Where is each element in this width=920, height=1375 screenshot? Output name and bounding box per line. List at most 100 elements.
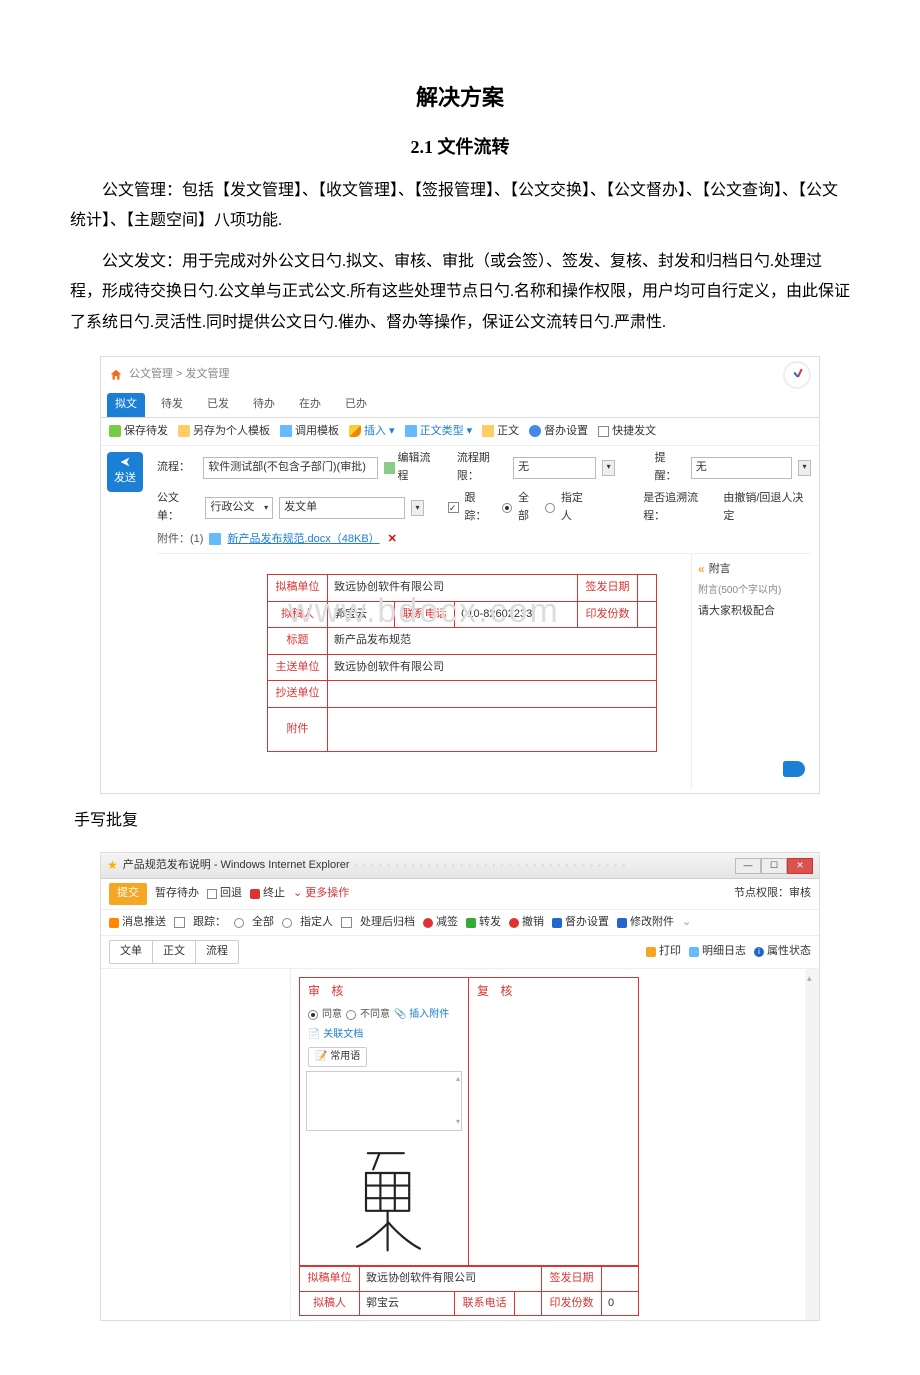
close-button[interactable]: ✕ (787, 858, 813, 874)
track-sel-radio-2[interactable] (282, 918, 292, 928)
info-icon: i (754, 947, 764, 957)
remind-select[interactable]: 无 (691, 457, 792, 479)
relate-doc-link[interactable]: 📄 关联文档 (308, 1027, 363, 1043)
send-icon (118, 456, 132, 468)
tel-value[interactable]: 010-82602233 (455, 601, 578, 628)
detail-log-button[interactable]: 明细日志 (689, 943, 746, 961)
home-icon[interactable] (109, 368, 123, 382)
edit-flow-button[interactable]: 编辑流程 (384, 450, 438, 485)
draft-org-value[interactable]: 致远协创软件有限公司 (328, 575, 578, 602)
doc-title: 解决方案 (70, 80, 850, 115)
tab-sent[interactable]: 已发 (199, 393, 237, 417)
back-icon (207, 889, 217, 899)
minimize-button[interactable]: — (735, 858, 761, 874)
postscript-title: 附言 (709, 561, 731, 579)
mainsend-value[interactable]: 致远协创软件有限公司 (328, 654, 657, 681)
send-button[interactable]: 发送 (107, 452, 143, 492)
quick-send-checkbox[interactable]: 快捷发文 (598, 423, 656, 441)
sign-date-label-2: 签发日期 (541, 1267, 601, 1292)
attachment-link[interactable]: 新产品发布规范.docx（48KB） (227, 531, 379, 549)
deadline-dropdown-icon[interactable]: ▾ (602, 460, 615, 476)
attachment-label: 附件：(1) (157, 531, 203, 549)
hold-button[interactable]: 暂存待办 (155, 885, 199, 903)
postscript-limit: 附言(500个字以内) (698, 583, 805, 599)
seg-form[interactable]: 文单 (110, 941, 153, 963)
sign-date-value[interactable] (637, 575, 656, 602)
body-type-dropdown[interactable]: 正文类型 ▾ (405, 423, 473, 441)
track-selected-radio[interactable] (545, 503, 555, 513)
reduce-sign-button[interactable]: 减签 (423, 914, 458, 932)
flow-select[interactable]: 软件测试部(不包含子部门)(审批) (203, 457, 377, 479)
collapse-icon[interactable]: « (698, 560, 705, 579)
track-checkbox-2[interactable] (174, 917, 185, 928)
submit-button[interactable]: 提交 (109, 883, 147, 905)
insert-dropdown[interactable]: 插入 ▾ (349, 423, 395, 441)
print-button[interactable]: 打印 (646, 943, 681, 961)
opinion-textarea[interactable]: ▴▾ (306, 1071, 462, 1131)
seg-flow[interactable]: 流程 (196, 941, 238, 963)
expand-toolbar-icon[interactable]: ⌄ (682, 914, 691, 932)
supervise-button-2[interactable]: 督办设置 (552, 914, 609, 932)
drafter-label-2: 拟稿人 (300, 1291, 360, 1316)
save-draft-button[interactable]: 保存待发 (109, 423, 168, 441)
left-gutter (101, 969, 291, 1320)
edit-icon (384, 462, 395, 474)
disagree-radio[interactable] (346, 1010, 356, 1020)
tab-done[interactable]: 已办 (337, 393, 375, 417)
remind-dropdown-icon[interactable]: ▾ (798, 460, 811, 476)
back-button[interactable]: 回退 (207, 885, 242, 903)
stop-button[interactable]: 终止 (250, 885, 285, 903)
tab-todo[interactable]: 待办 (245, 393, 283, 417)
docform-select[interactable]: 发文单 (279, 497, 405, 519)
modify-attach-button[interactable]: 修改附件 (617, 914, 674, 932)
msg-push-button[interactable]: 消息推送 (109, 914, 166, 932)
archive-checkbox[interactable] (341, 917, 352, 928)
drafter-value-2: 郭宝云 (360, 1291, 455, 1316)
tel-value-2 (515, 1291, 542, 1316)
insert-attach-link[interactable]: 📎 插入附件 (394, 1007, 449, 1023)
more-actions-button[interactable]: ⌄ 更多操作 (293, 885, 349, 903)
docform-dropdown-icon[interactable]: ▾ (411, 500, 425, 516)
attach-value[interactable] (328, 708, 657, 752)
copies-value[interactable] (637, 601, 656, 628)
gear-icon-2 (552, 918, 562, 928)
deadline-select[interactable]: 无 (513, 457, 596, 479)
tab-pending-send[interactable]: 待发 (153, 393, 191, 417)
maximize-button[interactable]: ☐ (761, 858, 787, 874)
tab-inprogress[interactable]: 在办 (291, 393, 329, 417)
agree-radio[interactable] (308, 1010, 318, 1020)
remove-attachment-icon[interactable]: ✕ (388, 531, 397, 549)
seg-body[interactable]: 正文 (153, 941, 196, 963)
tel-label: 联系电话 (395, 601, 455, 628)
docunit-label: 公文单： (157, 490, 199, 525)
tab-draft[interactable]: 拟文 (107, 393, 145, 417)
save-template-button[interactable]: 另存为个人模板 (178, 423, 270, 441)
common-phrase-button[interactable]: 📝 常用语 (308, 1047, 367, 1067)
msg-icon (109, 918, 119, 928)
track-all-radio-2[interactable] (234, 918, 244, 928)
track-all-radio[interactable] (502, 503, 512, 513)
favorite-icon[interactable]: ★ (107, 856, 118, 875)
supervise-button[interactable]: 督办设置 (529, 423, 588, 441)
cancel-button[interactable]: 撤销 (509, 914, 544, 932)
property-status-button[interactable]: i属性状态 (754, 943, 811, 961)
body-button[interactable]: 正文 (482, 423, 519, 441)
subheading-handwriting: 手写批复 (74, 808, 850, 834)
drafter-value[interactable]: 郭宝云 (328, 601, 395, 628)
paragraph-1: 公文管理：包括【发文管理】、【收文管理】、【签报管理】、【公文交换】、【公文督办… (70, 176, 850, 237)
load-template-button[interactable]: 调用模板 (280, 423, 339, 441)
speaker-icon[interactable] (783, 761, 805, 777)
signature-canvas[interactable] (300, 1135, 468, 1265)
title-value[interactable]: 新产品发布规范 (328, 628, 657, 655)
forward-button[interactable]: 转发 (466, 914, 501, 932)
track-checkbox[interactable] (448, 502, 459, 513)
postscript-text[interactable]: 请大家积极配合 (698, 603, 805, 621)
scrollbar[interactable] (805, 969, 819, 1320)
docunit-select[interactable]: 行政公文▾ (205, 497, 273, 519)
word-icon (209, 533, 221, 545)
recheck-box: 复 核 (469, 977, 639, 1266)
sign-date-label: 签发日期 (577, 575, 637, 602)
form-table: 拟稿单位 致远协创软件有限公司 签发日期 拟稿人 郭宝云 联系电话 010-82… (267, 574, 657, 752)
view-segment: 文单 正文 流程 (109, 940, 239, 964)
cc-value[interactable] (328, 681, 657, 708)
